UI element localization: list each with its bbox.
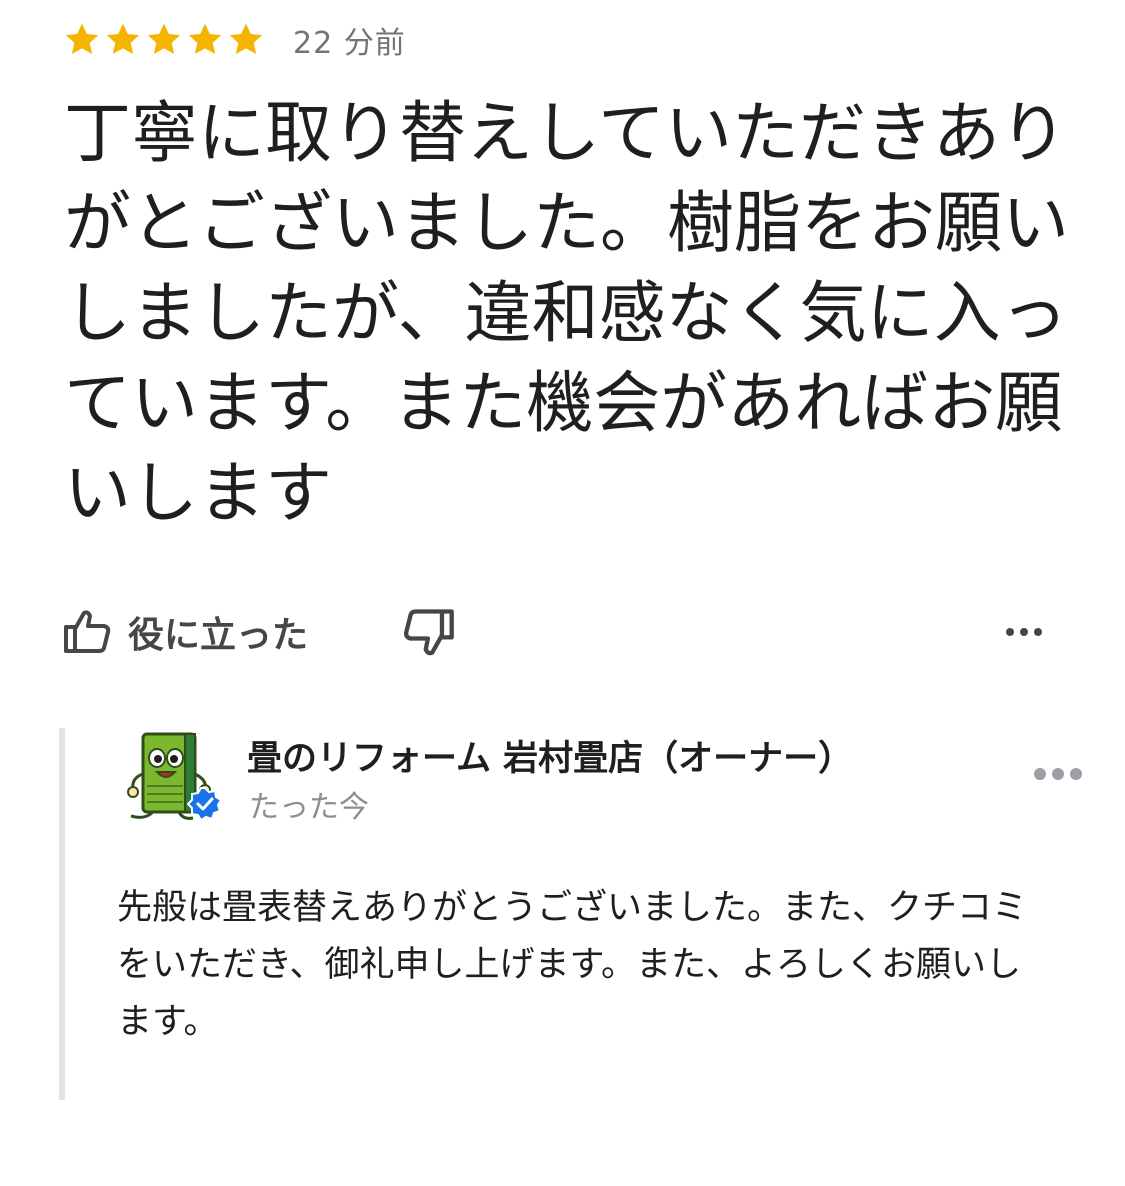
helpful-button[interactable]: 役に立った	[62, 600, 308, 664]
review-time: 22 分前	[293, 26, 406, 61]
star-icon	[103, 20, 143, 60]
not-helpful-button[interactable]	[402, 600, 456, 664]
star-icon	[62, 20, 102, 60]
more-horizontal-icon	[1002, 614, 1046, 650]
thumbs-up-icon	[62, 607, 112, 657]
owner-reply: 畳のリフォーム 岩村畳店（オーナー） たった今 先般は畳表替えありがとうございま…	[59, 728, 1095, 1100]
star-icon	[226, 20, 266, 60]
reply-time: たった今	[249, 790, 369, 825]
thumbs-down-icon	[402, 605, 456, 659]
reply-more-button[interactable]	[1031, 760, 1085, 788]
star-rating	[62, 20, 267, 60]
star-icon	[144, 20, 184, 60]
review-text: 丁寧に取り替えしていただきありがとございました。樹脂をお願いしましたが、違和感な…	[64, 94, 1069, 532]
owner-name: 畳のリフォーム 岩村畳店（オーナー）	[247, 739, 854, 779]
more-horizontal-icon	[1031, 760, 1085, 788]
star-icon	[185, 20, 225, 60]
review-rating-row: 22 分前	[62, 18, 406, 62]
review-action-row: 役に立った	[62, 600, 1062, 664]
review-more-button[interactable]	[1002, 614, 1046, 650]
helpful-label: 役に立った	[128, 615, 309, 656]
verified-badge-icon	[186, 786, 223, 822]
reply-text: 先般は畳表替えありがとうございました。また、クチコミをいただき、御礼申し上げます…	[117, 888, 1028, 1042]
